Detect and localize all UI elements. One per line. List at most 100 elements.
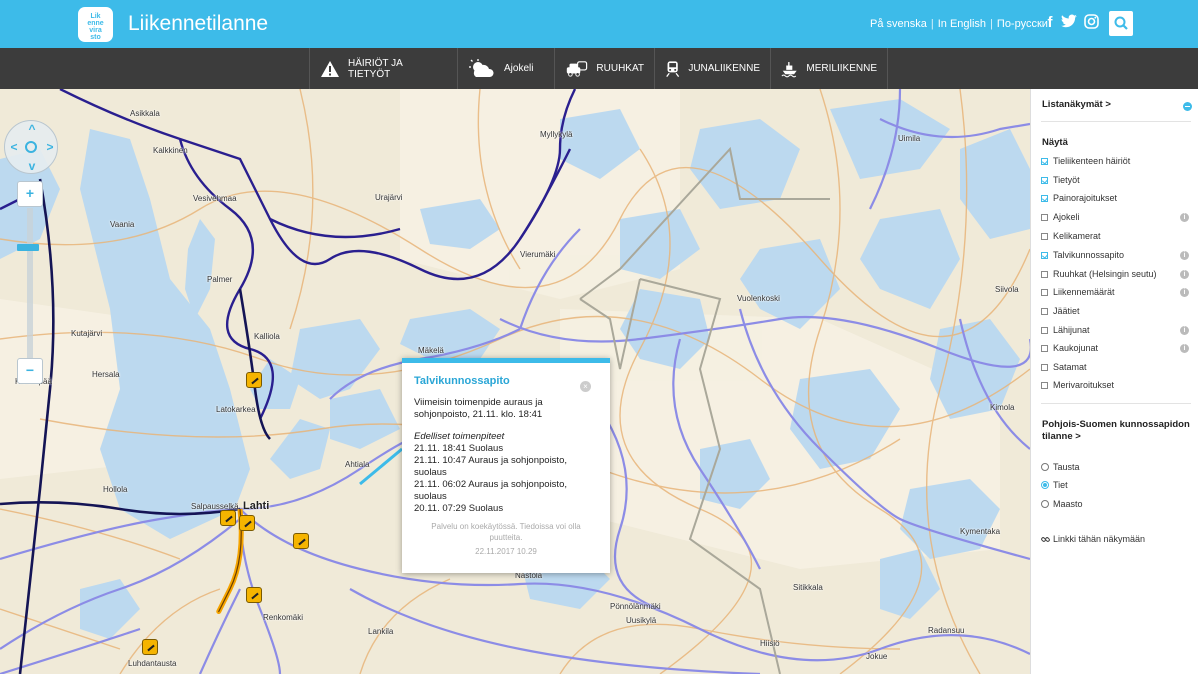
radio-button[interactable] (1041, 463, 1049, 471)
popup-entry: 21.11. 06:02 Auraus ja sohjonpoisto, (414, 479, 567, 490)
place-label: Kutajärvi (71, 329, 103, 338)
checkbox[interactable] (1041, 177, 1048, 184)
layer-toggle-roadworks[interactable]: Tietyöt (1041, 174, 1191, 188)
winter-maintenance-popup: Talvikunnossapito × Viimeisin toimenpide… (402, 358, 610, 573)
winter-maintenance-marker[interactable] (239, 515, 255, 531)
lang-swedish-link[interactable]: På svenska (868, 18, 929, 30)
info-icon[interactable]: i (1180, 288, 1189, 297)
layer-toggle-local-trains[interactable]: Lähijunat i (1041, 324, 1191, 338)
winter-maintenance-marker[interactable] (246, 372, 262, 388)
info-icon[interactable]: i (1180, 326, 1189, 335)
winter-maintenance-marker[interactable] (246, 587, 262, 603)
layer-toggle-marine-warnings[interactable]: Merivaroitukset (1041, 379, 1191, 393)
layer-toggle-long-distance-trains[interactable]: Kaukojunat i (1041, 342, 1191, 356)
layer-toggle-ports[interactable]: Satamat (1041, 361, 1191, 375)
layer-sidebar: Listanäkymät > Näytä Tieliikenteen häiri… (1030, 89, 1198, 674)
checkbox[interactable] (1041, 271, 1048, 278)
instagram-icon[interactable] (1082, 14, 1100, 32)
pan-center-icon[interactable] (25, 141, 37, 153)
popup-entry: 20.11. 07:29 Suolaus (414, 503, 504, 514)
popup-entry: suolaus (414, 491, 447, 502)
place-label: Asikkala (130, 109, 160, 118)
main-navigation: HÄIRIÖT JA TIETYÖT Ajokeli RUUHKAT JUNAL… (0, 48, 1198, 89)
pan-down-icon[interactable]: v (25, 159, 39, 173)
list-views-link[interactable]: Listanäkymät > (1042, 99, 1111, 110)
place-label: Palmer (207, 275, 233, 284)
nav-rail-traffic-label: JUNALIIKENNE (688, 63, 760, 74)
layer-toggle-weather-cameras[interactable]: Kelikamerat (1041, 230, 1191, 244)
layer-toggle-congestion[interactable]: Ruuhkat (Helsingin seutu) i (1041, 268, 1191, 282)
winter-maintenance-marker[interactable] (293, 533, 309, 549)
place-label: Latokarkea (216, 405, 256, 414)
checkbox[interactable] (1041, 158, 1048, 165)
popup-notice: Palvelu on koekäytössä. Tiedoissa voi ol… (431, 522, 581, 531)
zoom-slider-handle[interactable] (17, 244, 39, 251)
northern-maintenance-link[interactable]: Pohjois-Suomen kunnossapidon tilanne > (1042, 419, 1190, 443)
layer-toggle-incidents[interactable]: Tieliikenteen häiriöt (1041, 155, 1191, 169)
twitter-icon[interactable] (1060, 14, 1078, 32)
zoom-in-button[interactable]: + (17, 181, 43, 207)
lang-english-link[interactable]: In English (936, 18, 988, 30)
nav-congestion[interactable]: RUUHKAT (554, 48, 654, 89)
close-icon[interactable]: × (580, 381, 591, 392)
popup-title: Talvikunnossapito (414, 375, 510, 387)
checkbox[interactable] (1041, 382, 1048, 389)
layer-toggle-winter-maintenance[interactable]: Talvikunnossapito i (1041, 249, 1191, 263)
popup-previous-heading: Edelliset toimenpiteet (414, 431, 505, 442)
checkbox[interactable] (1041, 364, 1048, 371)
checkbox[interactable] (1041, 345, 1048, 352)
facebook-icon[interactable]: f (1041, 14, 1059, 32)
radio-button[interactable] (1041, 481, 1049, 489)
checkbox[interactable] (1041, 214, 1048, 221)
place-label: Mäkelä (418, 346, 444, 355)
place-label: Vaania (110, 220, 135, 229)
checkbox[interactable] (1041, 308, 1048, 315)
info-icon[interactable]: i (1180, 344, 1189, 353)
pan-right-icon[interactable]: > (43, 140, 57, 154)
place-label: Ahtiala (345, 460, 370, 469)
place-label: Vierumäki (520, 250, 556, 259)
checkbox[interactable] (1041, 289, 1048, 296)
link-to-view[interactable]: Linkki tähän näkymään (1041, 533, 1191, 547)
nav-incidents[interactable]: HÄIRIÖT JA TIETYÖT (309, 48, 457, 89)
search-button[interactable] (1109, 11, 1133, 36)
info-icon[interactable]: i (1180, 270, 1189, 279)
radio-button[interactable] (1041, 500, 1049, 508)
pan-up-icon[interactable]: ^ (25, 122, 39, 136)
basemap-option-background[interactable]: Tausta (1041, 461, 1191, 475)
checkbox[interactable] (1041, 252, 1048, 259)
place-label: Vuolenkoski (737, 294, 780, 303)
checkbox[interactable] (1041, 233, 1048, 240)
place-label: Pönnölänmäki (610, 602, 661, 611)
basemap-option-roads[interactable]: Tiet (1041, 479, 1191, 493)
basemap-option-terrain[interactable]: Maasto (1041, 498, 1191, 512)
traffic-jam-icon (566, 60, 588, 77)
info-icon[interactable]: i (1180, 213, 1189, 222)
layer-toggle-traffic-volumes[interactable]: Liikennemäärät i (1041, 286, 1191, 300)
layer-toggle-ice-roads[interactable]: Jäätiet (1041, 305, 1191, 319)
divider (1041, 121, 1191, 122)
pan-control[interactable]: ^ v < > (4, 120, 58, 174)
nav-rail-traffic[interactable]: JUNALIIKENNE (654, 48, 770, 89)
place-label: Sitikkala (793, 583, 823, 592)
place-label: Siivola (995, 285, 1019, 294)
info-icon[interactable]: i (1180, 251, 1189, 260)
nav-maritime[interactable]: MERILIIKENNE (770, 48, 888, 89)
winter-maintenance-marker[interactable] (220, 510, 236, 526)
popup-entry: 21.11. 10:47 Auraus ja sohjonpoisto, (414, 455, 567, 466)
app-title[interactable]: Liikennetilanne (128, 12, 268, 36)
pan-left-icon[interactable]: < (7, 140, 21, 154)
checkbox[interactable] (1041, 327, 1048, 334)
liikennevirasto-logo[interactable]: Lik enne vira sto (78, 7, 113, 42)
place-label: Kimola (990, 403, 1015, 412)
layer-toggle-driving-weather[interactable]: Ajokeli i (1041, 211, 1191, 225)
winter-maintenance-marker[interactable] (142, 639, 158, 655)
collapse-sidebar-icon[interactable] (1183, 102, 1192, 111)
layer-toggle-weight-limits[interactable]: Painorajoitukset (1041, 192, 1191, 206)
nav-driving-weather[interactable]: Ajokeli (457, 48, 554, 89)
place-label: Myllykylä (540, 130, 573, 139)
place-label: Uusikylä (626, 616, 657, 625)
zoom-slider-track[interactable] (27, 208, 33, 358)
checkbox[interactable] (1041, 195, 1048, 202)
zoom-out-button[interactable]: − (17, 358, 43, 384)
